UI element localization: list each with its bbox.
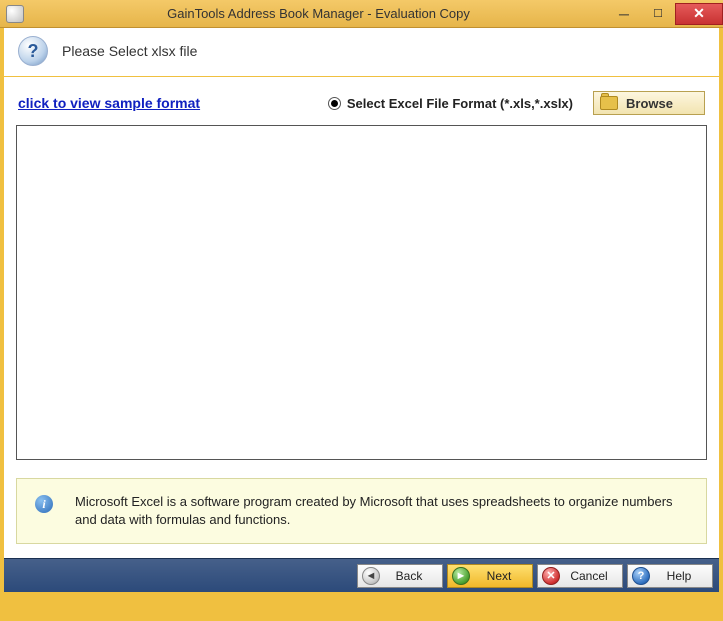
help-label: Help xyxy=(656,569,702,583)
next-button[interactable]: ► Next xyxy=(447,564,533,588)
content-panel xyxy=(16,125,707,460)
excel-format-label: Select Excel File Format (*.xls,*.xslx) xyxy=(347,96,573,111)
next-label: Next xyxy=(476,569,522,583)
minimize-button[interactable]: ─ xyxy=(607,3,641,25)
wizard-frame: ? Please Select xlsx file click to view … xyxy=(4,28,719,592)
options-row: click to view sample format Select Excel… xyxy=(4,77,719,125)
help-icon: ? xyxy=(632,567,650,585)
cancel-label: Cancel xyxy=(566,569,612,583)
excel-format-radio[interactable]: Select Excel File Format (*.xls,*.xslx) xyxy=(328,96,573,111)
back-button[interactable]: ◄ Back xyxy=(357,564,443,588)
titlebar[interactable]: GainTools Address Book Manager - Evaluat… xyxy=(0,0,723,28)
next-arrow-icon: ► xyxy=(452,567,470,585)
browse-label: Browse xyxy=(626,96,673,111)
help-button[interactable]: ? Help xyxy=(627,564,713,588)
close-button[interactable]: ✕ xyxy=(675,3,723,25)
app-icon xyxy=(6,5,24,23)
info-bar: i Microsoft Excel is a software program … xyxy=(16,478,707,544)
back-arrow-icon: ◄ xyxy=(362,567,380,585)
folder-icon xyxy=(600,96,618,110)
browse-button[interactable]: Browse xyxy=(593,91,705,115)
nav-bar: ◄ Back ► Next ✕ Cancel ? Help xyxy=(4,558,719,592)
back-label: Back xyxy=(386,569,432,583)
cancel-icon: ✕ xyxy=(542,567,560,585)
sample-format-link[interactable]: click to view sample format xyxy=(18,95,200,111)
step-header: ? Please Select xlsx file xyxy=(4,28,719,77)
maximize-button[interactable]: ☐ xyxy=(641,3,675,25)
radio-icon xyxy=(328,97,341,110)
window-title: GainTools Address Book Manager - Evaluat… xyxy=(30,6,607,21)
info-text: Microsoft Excel is a software program cr… xyxy=(75,493,688,529)
step-title: Please Select xlsx file xyxy=(62,43,197,59)
info-icon: i xyxy=(35,495,53,513)
cancel-button[interactable]: ✕ Cancel xyxy=(537,564,623,588)
question-icon: ? xyxy=(18,36,48,66)
